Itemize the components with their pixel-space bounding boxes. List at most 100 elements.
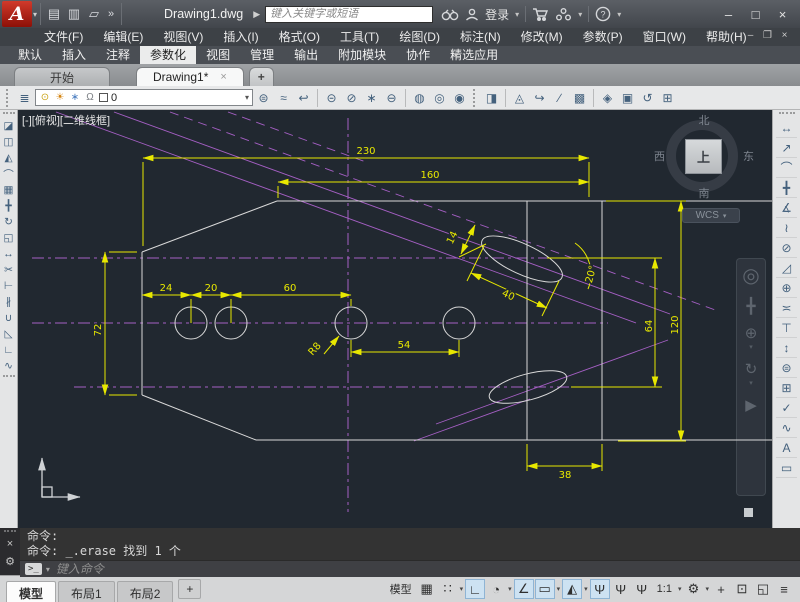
command-prompt-dropdown-icon[interactable]: ▾ xyxy=(46,565,50,574)
dim-diameter-icon[interactable]: ⊘ xyxy=(776,238,797,258)
fillet-icon[interactable]: ∟ xyxy=(1,342,17,358)
wcs-selector[interactable]: WCS ▾ xyxy=(682,208,740,223)
orbit-icon[interactable]: ↻ xyxy=(745,360,758,378)
menu-item-7[interactable]: 标注(N) xyxy=(450,28,511,46)
layer-state-on-icon[interactable]: ◍ xyxy=(410,88,429,107)
constraint-verify-icon[interactable]: ✓ xyxy=(776,398,797,418)
drawing-tab[interactable]: Drawing1* × xyxy=(136,67,244,86)
rotate-icon[interactable]: ↻ xyxy=(1,214,17,230)
minimize-button[interactable]: – xyxy=(715,4,742,24)
wcs-dropdown-icon[interactable]: ▾ xyxy=(723,212,727,220)
start-tab[interactable]: 开始 xyxy=(14,67,110,86)
viewport-grip[interactable] xyxy=(744,508,753,517)
full-navigation-wheel-icon[interactable]: ◎ xyxy=(742,263,759,288)
extend-icon[interactable]: ⊢ xyxy=(1,278,17,294)
ribbon-tab-view[interactable]: 视图 xyxy=(196,46,240,64)
spline-icon[interactable]: ∿ xyxy=(776,418,797,438)
ribbon-tab-manage[interactable]: 管理 xyxy=(240,46,284,64)
table-icon[interactable]: ▭ xyxy=(776,458,797,478)
menu-item-4[interactable]: 格式(O) xyxy=(269,28,330,46)
new-layout-button[interactable]: + xyxy=(178,579,201,599)
erase-icon[interactable]: ◪ xyxy=(1,118,17,134)
geometric-constraint-icon[interactable]: ◬ xyxy=(510,88,529,107)
layer-on-bulb-icon[interactable]: ⊙ xyxy=(39,91,51,105)
model-space-toggle[interactable]: 模型 xyxy=(386,579,416,599)
dim-ordinate-icon[interactable]: ╋ xyxy=(776,178,797,198)
osnap-icon[interactable]: ◭ xyxy=(562,579,582,599)
isodraft-icon[interactable]: ∠ xyxy=(514,579,534,599)
user-icon[interactable] xyxy=(465,8,479,21)
doc-close-button[interactable]: × xyxy=(777,30,792,41)
layer-make-current-icon[interactable]: ⊜ xyxy=(254,88,273,107)
text-icon[interactable]: A xyxy=(776,438,797,458)
array-icon[interactable]: ▦ xyxy=(1,182,17,198)
ribbon-tab-default[interactable]: 默认 xyxy=(8,46,52,64)
selection-cycling-icon[interactable]: ⊡ xyxy=(732,579,752,599)
menu-item-5[interactable]: 工具(T) xyxy=(330,28,389,46)
commandline-close-icon[interactable]: × xyxy=(2,537,18,551)
layer-properties-icon[interactable]: ≣ xyxy=(15,88,34,107)
tolerance-icon[interactable]: ⊞ xyxy=(776,378,797,398)
commandline-customize-icon[interactable]: ⚙ xyxy=(2,554,18,568)
constraint-settings-icon[interactable]: ▩ xyxy=(570,88,589,107)
dim-angular-icon[interactable]: ∡ xyxy=(776,198,797,218)
layer-dropdown-chevron-icon[interactable]: ▾ xyxy=(245,93,249,102)
layer-state-unlock-icon[interactable]: ◉ xyxy=(450,88,469,107)
menu-item-0[interactable]: 文件(F) xyxy=(34,28,93,46)
layout2-tab[interactable]: 布局2 xyxy=(117,581,174,602)
dim-arc-length-icon[interactable]: ⌒ xyxy=(776,158,797,178)
polar-tracking-icon-dropdown[interactable]: ▾ xyxy=(508,585,512,593)
help-dropdown-icon[interactable]: ▾ xyxy=(617,10,621,19)
ribbon-overflow-icon[interactable]: ▾ xyxy=(454,51,458,60)
blend-curves-icon[interactable]: ∿ xyxy=(1,358,17,374)
menu-item-6[interactable]: 绘图(D) xyxy=(389,28,450,46)
clean-screen-icon[interactable]: ◱ xyxy=(753,579,773,599)
new-drawing-tab-button[interactable]: + xyxy=(249,67,274,86)
menu-item-3[interactable]: 插入(I) xyxy=(213,28,268,46)
menu-item-2[interactable]: 视图(V) xyxy=(153,28,213,46)
auto-constrain-icon[interactable]: ↪ xyxy=(530,88,549,107)
ribbon-tab-parametric[interactable]: 参数化 xyxy=(140,46,196,64)
apps-dropdown-icon[interactable]: ▾ xyxy=(578,10,582,19)
workspace-gear-icon-dropdown[interactable]: ▾ xyxy=(705,585,709,593)
layer-thaw-sun-icon[interactable]: ☀ xyxy=(54,91,66,105)
autodesk-apps-icon[interactable] xyxy=(555,7,572,21)
plus-icon[interactable]: + xyxy=(711,579,731,599)
toolbar-grip[interactable] xyxy=(779,112,795,116)
annotation-visibility-icon[interactable]: Ψ xyxy=(590,579,610,599)
dim-baseline-icon[interactable]: ≍ xyxy=(776,298,797,318)
layer-match-icon[interactable]: ≈ xyxy=(274,88,293,107)
snap-icon-dropdown[interactable]: ▾ xyxy=(460,585,464,593)
copy-icon[interactable]: ◫ xyxy=(1,134,17,150)
layer-state-thaw-icon[interactable]: ◎ xyxy=(430,88,449,107)
viewcube-north-label[interactable]: 北 xyxy=(699,112,710,128)
break-icon[interactable]: ∦ xyxy=(1,294,17,310)
layer-previous-icon[interactable]: ↩ xyxy=(294,88,313,107)
annotation-scale-dropdown[interactable]: ▾ xyxy=(678,585,682,593)
layer-dropdown[interactable]: ⊙☀∗Ω 0 ▾ xyxy=(35,89,253,106)
help-icon[interactable]: ? xyxy=(595,6,611,22)
grid-icon[interactable]: ▦ xyxy=(417,579,437,599)
pan-icon[interactable]: ╋ xyxy=(746,297,755,315)
viewcube[interactable]: 北 南 西 东 上 xyxy=(662,114,746,198)
layer-off-icon[interactable]: ⊖ xyxy=(382,88,401,107)
constraint-bar-icon[interactable]: ∕ xyxy=(550,88,569,107)
zoom-icon-dropdown[interactable]: ▾ xyxy=(749,343,753,351)
model-tab[interactable]: 模型 xyxy=(6,581,56,602)
ribbon-tab-insert[interactable]: 插入 xyxy=(52,46,96,64)
maximize-button[interactable]: □ xyxy=(742,4,769,24)
offset-icon[interactable]: ⌒ xyxy=(1,166,17,182)
command-prompt-badge[interactable]: >_ xyxy=(25,563,42,575)
move-icon[interactable]: ╋ xyxy=(1,198,17,214)
dim-center-mark-icon[interactable]: ⊕ xyxy=(776,278,797,298)
close-button[interactable]: × xyxy=(769,4,796,24)
viewcube-south-label[interactable]: 南 xyxy=(699,185,710,201)
menu-item-8[interactable]: 修改(M) xyxy=(511,28,573,46)
dim-space-icon[interactable]: ↕ xyxy=(776,338,797,358)
menu-item-10[interactable]: 窗口(W) xyxy=(633,28,696,46)
toolbar-grip[interactable] xyxy=(3,112,15,116)
layer-unlock-icon[interactable]: Ω xyxy=(84,91,96,105)
ribbon-tab-annotate[interactable]: 注释 xyxy=(96,46,140,64)
workspace-gear-icon[interactable]: ⚙ xyxy=(683,579,703,599)
sign-in-button[interactable]: 登录 xyxy=(485,6,509,23)
